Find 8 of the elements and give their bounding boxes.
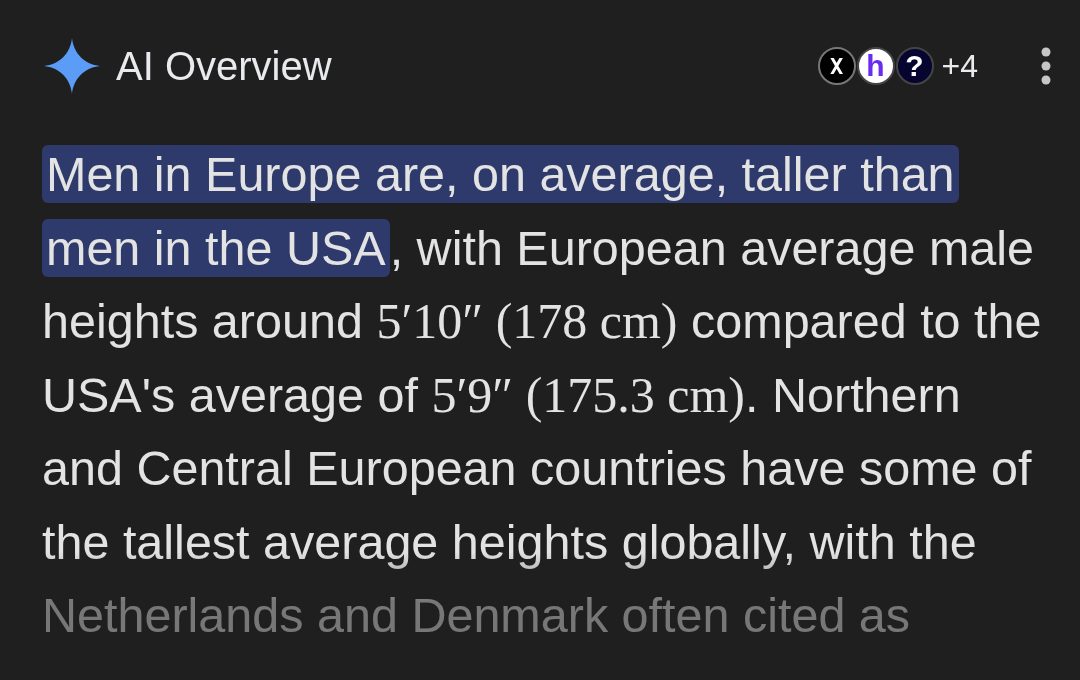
- sparkle-icon: [44, 38, 100, 94]
- more-options-icon[interactable]: [1040, 46, 1052, 86]
- source-avatar[interactable]: X: [817, 47, 856, 85]
- more-sources-count[interactable]: +4: [941, 47, 978, 85]
- overview-title: AI Overview: [116, 43, 333, 89]
- source-avatar[interactable]: h: [856, 47, 895, 85]
- source-avatar[interactable]: ?: [895, 47, 934, 85]
- overview-paragraph: Men in Europe are, on average, taller than men in the USA, with European average male heights around 5′10″ (178 cm) compared to the USA's average of 5′9″ (175.3 cm). Northern and Central European countries have some of the tallest average heights globally, with the Netherlands and Denmark often cited as: [41, 144, 1043, 644]
